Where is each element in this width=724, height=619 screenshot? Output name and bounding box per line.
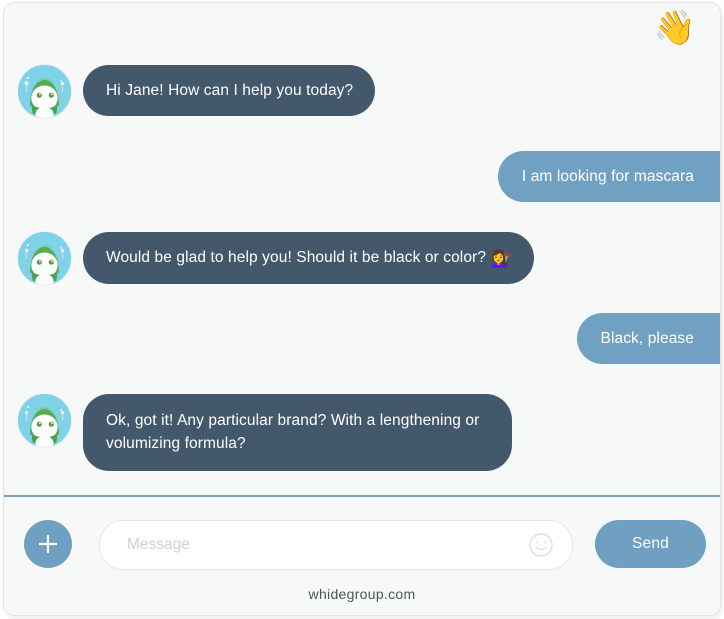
send-button[interactable]: Send (595, 520, 706, 568)
message-list[interactable]: 👋 Hi Jane! How can I help you today? I a… (4, 3, 720, 495)
robot-avatar-icon (18, 394, 71, 447)
woman-haircut-emoji: 💇‍♀️ (490, 249, 512, 268)
message-text: Would be glad to help you! Should it be … (106, 249, 491, 266)
message-bubble-user: I am looking for mascara (497, 151, 720, 202)
robot-avatar (18, 394, 71, 447)
message-row-bot-3: Ok, got it! Any particular brand? With a… (18, 394, 512, 471)
smiley-icon (529, 533, 553, 557)
message-bubble-bot: Would be glad to help you! Should it be … (83, 232, 534, 284)
message-input[interactable] (125, 529, 529, 561)
message-row-user-2: Black, please (576, 313, 720, 364)
message-input-wrapper[interactable] (99, 520, 573, 570)
message-bubble-user: Black, please (576, 313, 720, 364)
message-bubble-bot: Ok, got it! Any particular brand? With a… (83, 394, 512, 471)
site-label: whidegroup.com (308, 586, 416, 602)
plus-icon (39, 535, 57, 553)
composer: Send whidegroup.com (4, 497, 720, 615)
message-row-user-1: I am looking for mascara (497, 151, 720, 202)
message-row-bot-2: Would be glad to help you! Should it be … (18, 232, 534, 285)
emoji-picker-button[interactable] (528, 532, 554, 558)
robot-avatar-icon (18, 232, 71, 285)
message-row-bot-1: Hi Jane! How can I help you today? (18, 65, 376, 118)
waving-hand-emoji: 👋 (653, 9, 696, 47)
message-bubble-bot: Hi Jane! How can I help you today? (83, 65, 376, 116)
attach-button[interactable] (24, 520, 72, 568)
chat-window: 👋 Hi Jane! How can I help you today? I a… (4, 3, 720, 615)
robot-avatar-icon (18, 65, 71, 118)
robot-avatar (18, 232, 71, 285)
robot-avatar (18, 65, 71, 118)
